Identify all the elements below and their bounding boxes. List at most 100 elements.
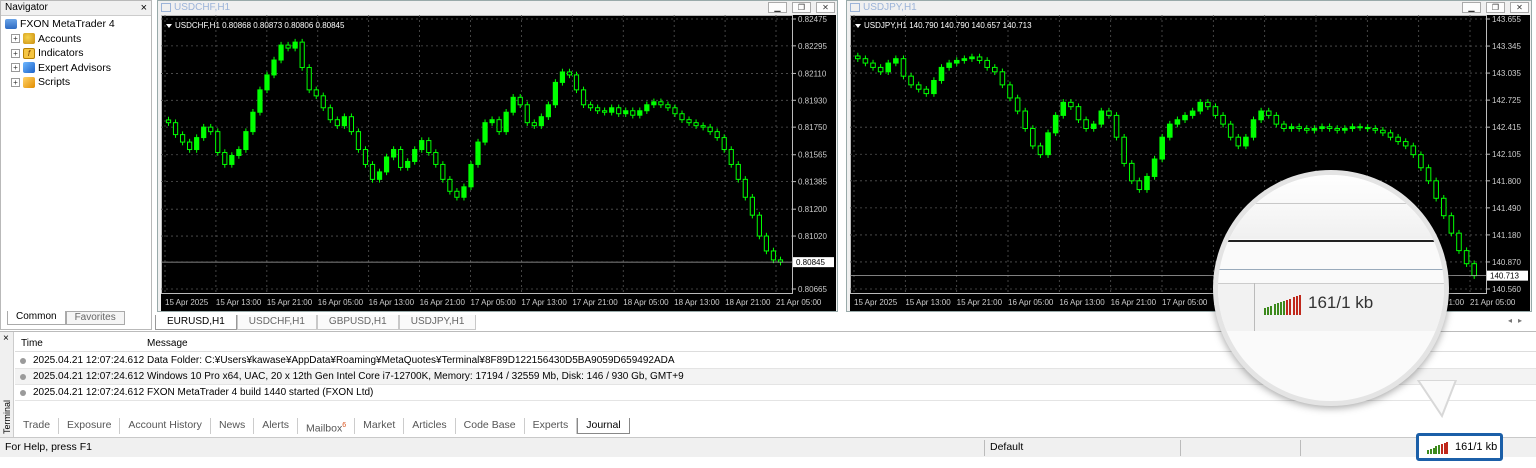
y-tick-label: 143.035 [1492,69,1521,78]
x-tick-label: 15 Apr 21:00 [957,298,1003,307]
navigator-item-scripts[interactable]: + Scripts [5,75,147,90]
mag-price-line [1218,240,1444,242]
candle-body [531,122,537,127]
candle-body [285,44,291,49]
tab-mailbox-label: Mailbox [306,422,343,435]
status-profile[interactable]: Default [990,438,1023,457]
candle-body [1182,114,1188,121]
candle-body [969,56,975,60]
restore-button[interactable]: ❐ [792,2,811,13]
candle-body [1311,127,1318,131]
mag-separator [1254,283,1255,331]
candle-body [1128,162,1135,182]
candle-body [383,156,390,173]
minimize-button[interactable]: ▁ [768,2,787,13]
candle-body [1243,136,1249,147]
candle-body [1364,127,1371,130]
close-button[interactable]: ✕ [1510,2,1529,13]
chart-window-title-bar[interactable]: USDJPY,H1 ▁ ❐ ✕ [847,1,1531,15]
terminal-close-icon[interactable]: × [3,333,9,344]
tab-trade[interactable]: Trade [15,418,60,434]
candle-body [1014,97,1021,112]
tab-experts[interactable]: Experts [525,418,578,434]
journal-message: Data Folder: C:¥Users¥kawase¥AppData¥Roa… [147,355,675,366]
column-header-message[interactable]: Message [147,337,188,351]
tab-market[interactable]: Market [355,418,405,434]
expand-plus-icon[interactable]: + [11,48,20,58]
candle-body [1387,132,1394,138]
candle-body [1106,110,1112,116]
navigator-item-label: Accounts [38,32,82,45]
x-tick-label: 15 Apr 2025 [165,298,209,307]
chart-tab-usdchf[interactable]: USDCHF,H1 [236,315,317,330]
tab-alerts[interactable]: Alerts [254,418,299,434]
candle-body [229,154,235,165]
candle-body [482,122,488,143]
tab-scroll-arrows[interactable]: ◂▸ [1508,316,1528,325]
candle-body [961,58,968,61]
chart-window-usdchf[interactable]: USDCHF,H1 ▁ ❐ ✕ 0.82475 0.82295 0.82110 0.8… [157,0,838,312]
chart-tab-eurusd[interactable]: EURUSD,H1 [155,315,237,330]
candle-body [1372,127,1379,131]
signal-bar [1264,308,1266,315]
y-tick-label: 142.105 [1492,150,1521,159]
signal-bar [1276,303,1279,315]
tab-articles[interactable]: Articles [404,418,456,434]
column-header-time[interactable]: Time [21,337,43,351]
candle-body [900,58,907,77]
y-tick-label: 142.415 [1492,123,1521,132]
close-button[interactable]: ✕ [816,2,835,13]
candle-body [1288,126,1295,129]
candle-body [559,71,566,83]
candle-body [749,196,755,216]
restore-button[interactable]: ❐ [1486,2,1505,13]
signal-bar [1267,306,1270,315]
tab-favorites[interactable]: Favorites [65,311,125,325]
candle-body [419,140,425,151]
tab-code-base[interactable]: Code Base [456,418,525,434]
x-tick-label: 15 Apr 13:00 [905,298,951,307]
x-tick-label: 16 Apr 05:00 [318,298,364,307]
candle-body [728,149,734,165]
chart-window-title-bar[interactable]: USDCHF,H1 ▁ ❐ ✕ [158,1,837,15]
candle-body [1326,126,1333,129]
navigator-root[interactable]: FXON MetaTrader 4 [5,17,147,32]
expand-plus-icon[interactable]: + [11,63,20,73]
tab-news[interactable]: News [211,418,255,434]
candle-body [931,80,937,95]
tab-common[interactable]: Common [7,311,66,325]
candle-body [984,59,990,68]
candle-body [405,160,411,168]
chart-tab-gbpusd[interactable]: GBPUSD,H1 [316,315,399,330]
candle-body [700,125,706,128]
y-tick-label: 141.800 [1492,177,1521,186]
navigator-item-indicators[interactable]: + f Indicators [5,46,147,61]
signal-bar [1298,295,1301,315]
y-tick-label: 0.81930 [798,96,827,105]
terminal-tabs: Trade Exposure Account History News Aler… [15,418,630,435]
navigator-close-icon[interactable]: × [141,1,147,15]
candle-body [1402,141,1409,147]
minimize-button[interactable]: ▁ [1462,2,1481,13]
mag-line [1218,203,1444,204]
chart-tab-usdjpy[interactable]: USDJPY,H1 [398,315,477,330]
navigator-item-accounts[interactable]: + Accounts [5,32,147,47]
expand-plus-icon[interactable]: + [11,77,20,87]
expand-plus-icon[interactable]: + [11,34,20,44]
candle-body [637,110,643,116]
x-tick-label: 17 Apr 05:00 [471,298,517,307]
journal-time: 2025.04.21 12:07:24.612 [33,371,145,382]
tab-journal[interactable]: Journal [577,418,630,434]
candle-body [348,116,355,133]
candle-body [1098,110,1105,125]
candle-body [1227,123,1234,138]
navigator-item-expert-advisors[interactable]: + Expert Advisors [5,61,147,76]
chart-background [161,15,836,311]
x-tick-label: 17 Apr 05:00 [1162,298,1208,307]
tab-exposure[interactable]: Exposure [59,418,121,434]
candle-body [1471,263,1477,277]
tab-mailbox[interactable]: Mailbox6 [298,418,356,435]
candle-body [721,137,727,151]
candlestick-chart-usdchf[interactable]: 0.82475 0.82295 0.82110 0.81930 0.81750 0.815… [161,15,836,311]
tab-account-history[interactable]: Account History [120,418,211,434]
